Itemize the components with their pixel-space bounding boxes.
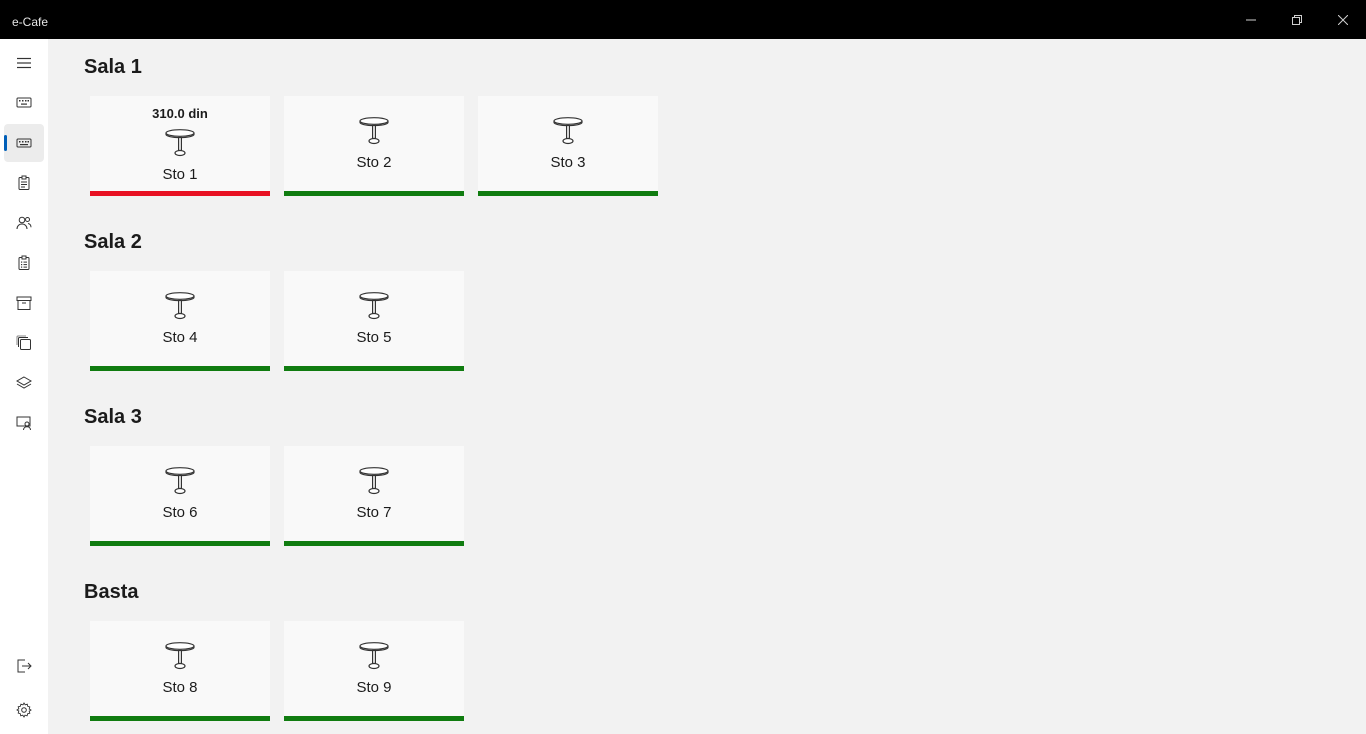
table-icon: [359, 467, 389, 495]
status-bar: [90, 716, 270, 721]
table-tile-sto-4[interactable]: Sto 4: [90, 271, 270, 371]
table-icon: [553, 117, 583, 145]
nav-item-users[interactable]: [4, 204, 44, 242]
table-tile-sto-5[interactable]: Sto 5: [284, 271, 464, 371]
sign-out-icon: [17, 659, 32, 673]
keyboard-icon: [16, 97, 32, 108]
nav-item-reports[interactable]: [4, 244, 44, 282]
table-icon: [359, 642, 389, 670]
table-icon: [359, 292, 389, 320]
nav-menu-toggle[interactable]: [4, 44, 44, 82]
table-name: Sto 3: [550, 154, 586, 171]
close-button[interactable]: [1320, 0, 1366, 39]
nav-item-settings[interactable]: [4, 691, 44, 729]
nav-item-pos[interactable]: [4, 84, 44, 122]
close-icon: [1338, 14, 1348, 25]
copy-stack-icon: [16, 335, 31, 350]
status-bar: [90, 541, 270, 546]
layers-icon: [16, 376, 32, 389]
status-bar: [90, 191, 270, 196]
section-title: Sala 3: [84, 406, 142, 428]
table-tile-sto-9[interactable]: Sto 9: [284, 621, 464, 721]
main-content: Sala 1 310.0 din Sto 1 Sto 2 Sto 3 Sala …: [48, 39, 1366, 734]
navigation-pane: [0, 39, 48, 734]
nav-item-orders[interactable]: [4, 164, 44, 202]
section-title: Basta: [84, 581, 139, 603]
status-bar: [284, 366, 464, 371]
table-name: Sto 8: [162, 679, 198, 696]
hamburger-menu-icon: [17, 57, 31, 69]
minimize-icon: [1246, 19, 1256, 20]
table-tile-sto-8[interactable]: Sto 8: [90, 621, 270, 721]
table-name: Sto 9: [356, 679, 392, 696]
title-bar: e-Cafe: [0, 0, 1366, 39]
minimize-button[interactable]: [1228, 0, 1274, 39]
status-bar: [478, 191, 658, 196]
table-icon: [165, 129, 195, 157]
table-tile-sto-7[interactable]: Sto 7: [284, 446, 464, 546]
table-tile-sto-6[interactable]: Sto 6: [90, 446, 270, 546]
nav-item-sign-out[interactable]: [4, 647, 44, 685]
status-bar: [284, 191, 464, 196]
table-name: Sto 4: [162, 329, 198, 346]
status-bar: [284, 716, 464, 721]
table-name: Sto 6: [162, 504, 198, 521]
user-monitor-icon: [16, 416, 31, 431]
section-title: Sala 1: [84, 56, 142, 78]
table-tile-sto-1[interactable]: 310.0 din Sto 1: [90, 96, 270, 196]
clipboard-icon: [18, 175, 30, 190]
nav-item-layers[interactable]: [4, 364, 44, 402]
app-title: e-Cafe: [12, 15, 49, 29]
table-icon: [165, 467, 195, 495]
nav-item-user-monitor[interactable]: [4, 404, 44, 442]
status-bar: [284, 541, 464, 546]
table-icon: [165, 642, 195, 670]
table-amount: 310.0 din: [152, 106, 208, 121]
table-tile-sto-2[interactable]: Sto 2: [284, 96, 464, 196]
table-icon: [359, 117, 389, 145]
gear-icon: [16, 702, 32, 718]
keyboard-icon: [16, 138, 32, 148]
table-name: Sto 5: [356, 329, 392, 346]
section-title: Sala 2: [84, 231, 142, 253]
users-icon: [16, 216, 32, 230]
restore-button[interactable]: [1274, 0, 1320, 39]
nav-item-copies[interactable]: [4, 324, 44, 362]
table-tile-sto-3[interactable]: Sto 3: [478, 96, 658, 196]
status-bar: [90, 366, 270, 371]
archive-icon: [16, 296, 32, 310]
table-name: Sto 2: [356, 154, 392, 171]
restore-icon: [1292, 14, 1302, 25]
nav-item-tables[interactable]: [4, 124, 44, 162]
table-name: Sto 1: [162, 166, 198, 183]
clipboard-list-icon: [18, 255, 30, 270]
nav-item-archive[interactable]: [4, 284, 44, 322]
table-name: Sto 7: [356, 504, 392, 521]
table-icon: [165, 292, 195, 320]
